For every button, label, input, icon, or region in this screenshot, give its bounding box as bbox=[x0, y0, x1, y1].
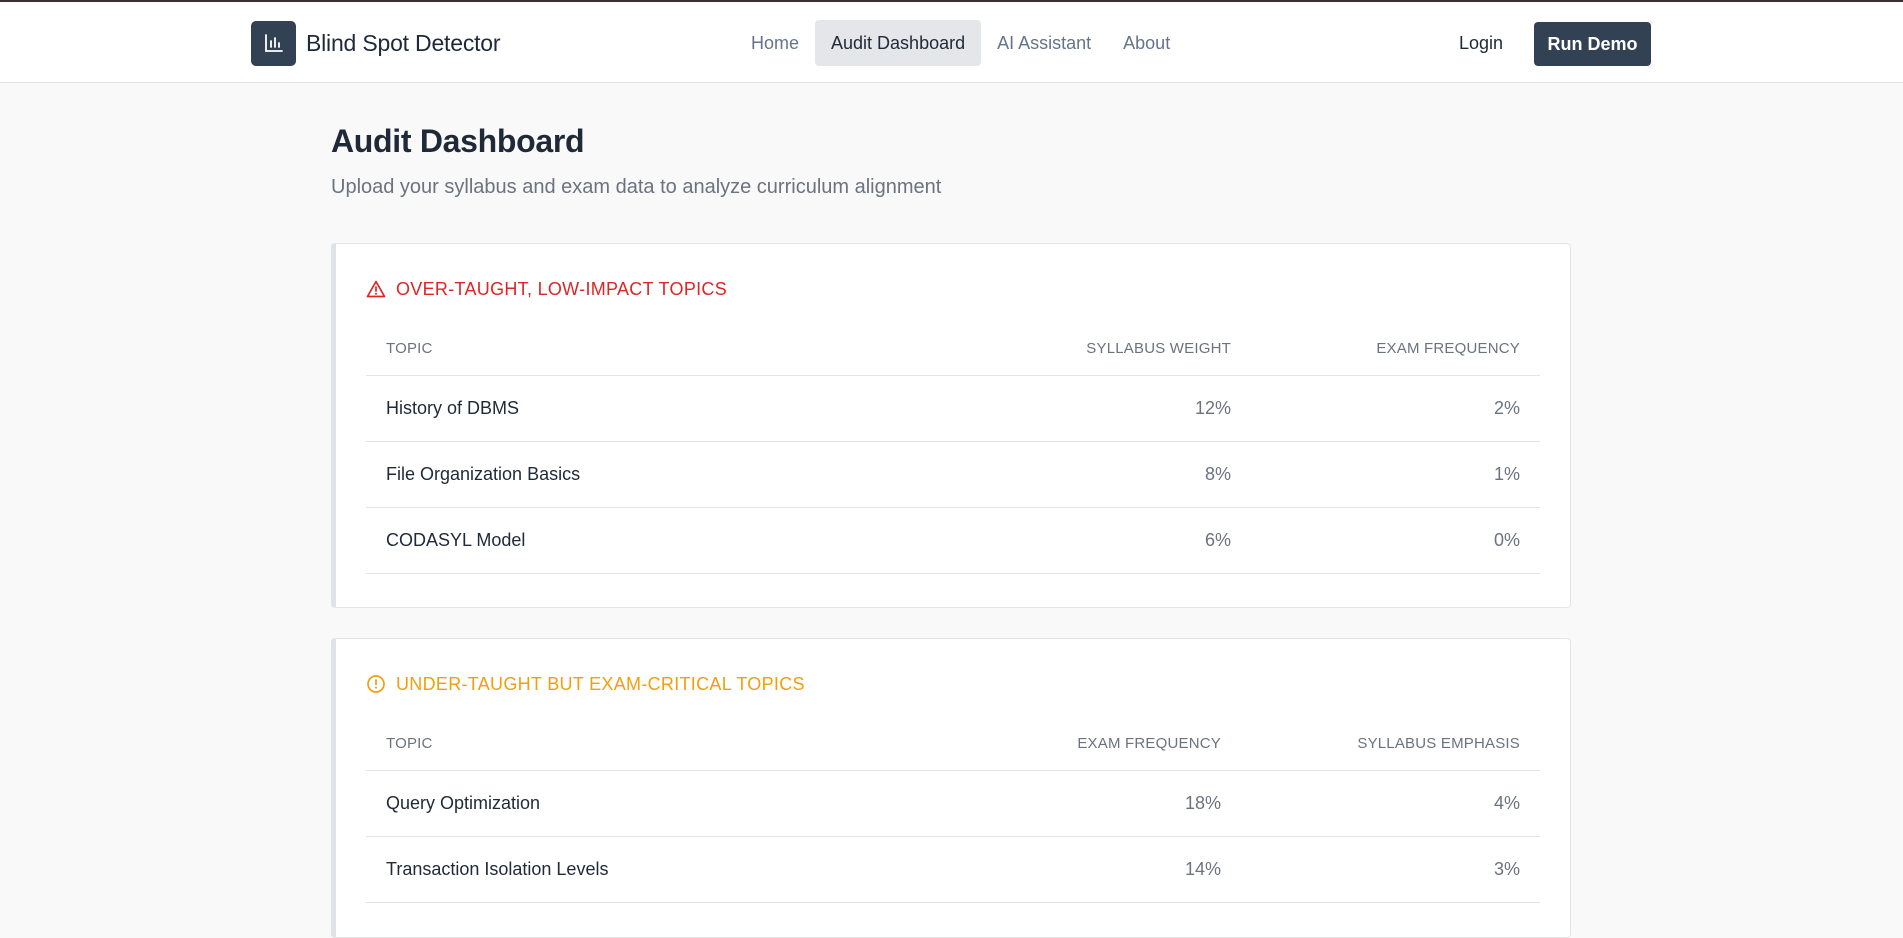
bar-chart-icon bbox=[251, 20, 296, 66]
alert-circle-icon bbox=[367, 675, 385, 693]
table-header-row: TOPIC EXAM FREQUENCY SYLLABUS EMPHASIS bbox=[366, 717, 1540, 771]
syllabus-weight-cell: 8% bbox=[1204, 464, 1231, 484]
brand-name: Blind Spot Detector bbox=[306, 29, 501, 56]
exam-frequency-cell: 18% bbox=[1184, 793, 1221, 813]
column-header-exam-frequency: EXAM FREQUENCY bbox=[1077, 735, 1221, 752]
column-header-topic: TOPIC bbox=[386, 340, 433, 357]
page-title: Audit Dashboard bbox=[331, 123, 585, 159]
under-taught-card: UNDER-TAUGHT BUT EXAM-CRITICAL TOPICS TO… bbox=[331, 638, 1571, 938]
table-row: History of DBMS 12% 2% bbox=[366, 376, 1540, 442]
exam-frequency-cell: 0% bbox=[1493, 530, 1520, 550]
exam-frequency-cell: 14% bbox=[1184, 859, 1221, 879]
under-taught-header: UNDER-TAUGHT BUT EXAM-CRITICAL TOPICS bbox=[366, 669, 805, 699]
main-nav: Home Audit Dashboard AI Assistant About bbox=[735, 20, 1186, 66]
syllabus-weight-cell: 12% bbox=[1194, 398, 1231, 418]
login-button[interactable]: Login bbox=[1440, 20, 1522, 66]
nav-item-audit-dashboard[interactable]: Audit Dashboard bbox=[815, 20, 982, 66]
column-header-exam-frequency: EXAM FREQUENCY bbox=[1376, 340, 1520, 357]
column-header-syllabus-emphasis: SYLLABUS EMPHASIS bbox=[1357, 735, 1520, 752]
topic-cell: History of DBMS bbox=[386, 398, 520, 418]
table-row: CODASYL Model 6% 0% bbox=[366, 508, 1540, 574]
over-taught-header: OVER-TAUGHT, LOW-IMPACT TOPICS bbox=[366, 274, 727, 304]
page-subtitle: Upload your syllabus and exam data to an… bbox=[331, 176, 942, 198]
warning-triangle-icon bbox=[366, 280, 386, 298]
under-taught-title: UNDER-TAUGHT BUT EXAM-CRITICAL TOPICS bbox=[396, 673, 805, 694]
top-navbar: Blind Spot Detector Home Audit Dashboard… bbox=[0, 0, 1903, 83]
brand[interactable]: Blind Spot Detector bbox=[251, 20, 501, 66]
exam-frequency-cell: 2% bbox=[1493, 398, 1520, 418]
syllabus-emphasis-cell: 3% bbox=[1493, 859, 1520, 879]
topic-cell: File Organization Basics bbox=[386, 464, 581, 484]
nav-item-home[interactable]: Home bbox=[735, 20, 815, 66]
topic-cell: Query Optimization bbox=[386, 793, 541, 813]
nav-item-about[interactable]: About bbox=[1107, 20, 1186, 66]
table-row: Query Optimization 18% 4% bbox=[366, 771, 1540, 837]
syllabus-weight-cell: 6% bbox=[1204, 530, 1231, 550]
under-taught-table: TOPIC EXAM FREQUENCY SYLLABUS EMPHASIS Q… bbox=[366, 717, 1540, 903]
syllabus-emphasis-cell: 4% bbox=[1493, 793, 1520, 813]
over-taught-table: TOPIC SYLLABUS WEIGHT EXAM FREQUENCY His… bbox=[366, 322, 1540, 574]
over-taught-title: OVER-TAUGHT, LOW-IMPACT TOPICS bbox=[396, 278, 728, 299]
over-taught-card: OVER-TAUGHT, LOW-IMPACT TOPICS TOPIC SYL… bbox=[331, 243, 1571, 608]
run-demo-button[interactable]: Run Demo bbox=[1534, 22, 1651, 66]
nav-item-ai-assistant[interactable]: AI Assistant bbox=[981, 20, 1107, 66]
table-header-row: TOPIC SYLLABUS WEIGHT EXAM FREQUENCY bbox=[366, 322, 1540, 376]
column-header-topic: TOPIC bbox=[386, 735, 433, 752]
table-row: File Organization Basics 8% 1% bbox=[366, 442, 1540, 508]
topic-cell: CODASYL Model bbox=[386, 530, 526, 550]
column-header-syllabus-weight: SYLLABUS WEIGHT bbox=[1086, 340, 1231, 357]
topic-cell: Transaction Isolation Levels bbox=[386, 859, 609, 879]
table-row: Transaction Isolation Levels 14% 3% bbox=[366, 837, 1540, 903]
exam-frequency-cell: 1% bbox=[1493, 464, 1520, 484]
